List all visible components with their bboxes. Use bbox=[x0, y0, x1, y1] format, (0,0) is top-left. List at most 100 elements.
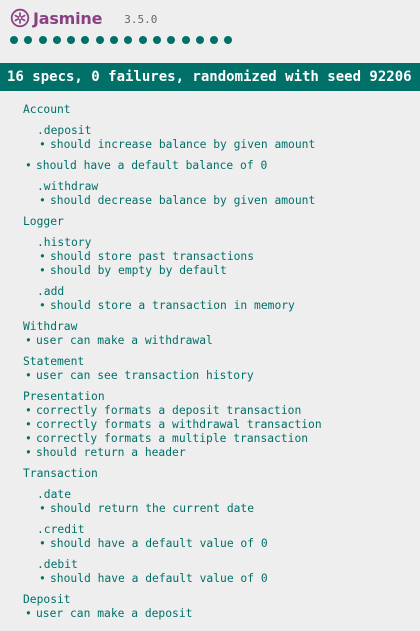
passed-spec-dot[interactable] bbox=[167, 36, 176, 44]
suite-account: Account .deposit • should increase balan… bbox=[0, 103, 420, 208]
spec-link[interactable]: correctly formats a deposit transaction bbox=[36, 404, 301, 417]
suite-logger-history: .history • should store past transaction… bbox=[23, 236, 420, 278]
spec-item: • should increase balance by given amoun… bbox=[37, 138, 420, 152]
spec-item: • user can make a deposit bbox=[23, 607, 420, 621]
spec-item: • correctly formats a deposit transactio… bbox=[23, 404, 420, 418]
bullet-icon: • bbox=[25, 432, 32, 445]
suite-withdraw: Withdraw • user can make a withdrawal bbox=[0, 320, 420, 348]
spec-link[interactable]: should increase balance by given amount bbox=[50, 138, 315, 151]
spec-link[interactable]: correctly formats a multiple transaction bbox=[36, 432, 308, 445]
suite-title[interactable]: Account bbox=[23, 103, 420, 117]
suite-deposit: Deposit • user can make a deposit bbox=[0, 593, 420, 621]
spec-link[interactable]: should have a default value of 0 bbox=[50, 537, 268, 550]
suite-title[interactable]: Presentation bbox=[23, 390, 420, 404]
spec-link[interactable]: user can see transaction history bbox=[36, 369, 254, 382]
suite-account-withdraw: .withdraw • should decrease balance by g… bbox=[23, 180, 420, 208]
bullet-icon: • bbox=[39, 138, 46, 151]
passed-spec-dot[interactable] bbox=[24, 36, 33, 44]
suite-title[interactable]: .credit bbox=[37, 523, 420, 537]
passed-spec-dot[interactable] bbox=[224, 36, 233, 44]
passed-spec-dot[interactable] bbox=[52, 36, 61, 44]
suite-transaction: Transaction .date • should return the cu… bbox=[0, 467, 420, 586]
passed-spec-dot[interactable] bbox=[181, 36, 190, 44]
spec-link[interactable]: should return a header bbox=[36, 446, 186, 459]
bullet-icon: • bbox=[25, 607, 32, 620]
spec-item: • should decrease balance by given amoun… bbox=[37, 194, 420, 208]
passed-spec-dot[interactable] bbox=[67, 36, 76, 44]
spec-link[interactable]: should return the current date bbox=[50, 502, 254, 515]
spec-item: • user can make a withdrawal bbox=[23, 334, 420, 348]
spec-item: • should return the current date bbox=[37, 502, 420, 516]
suite-title[interactable]: .deposit bbox=[37, 124, 420, 138]
suite-title[interactable]: Withdraw bbox=[23, 320, 420, 334]
spec-item: • should return a header bbox=[23, 446, 420, 460]
suite-transaction-debit: .debit • should have a default value of … bbox=[23, 558, 420, 586]
passed-spec-dot[interactable] bbox=[10, 36, 18, 44]
suite-account-deposit: .deposit • should increase balance by gi… bbox=[23, 124, 420, 152]
passed-spec-dot[interactable] bbox=[195, 36, 204, 44]
bullet-icon: • bbox=[25, 418, 32, 431]
spec-status-dots bbox=[10, 36, 233, 44]
spec-item: • correctly formats a multiple transacti… bbox=[23, 432, 420, 446]
spec-link[interactable]: should have a default value of 0 bbox=[50, 572, 268, 585]
suite-title[interactable]: Logger bbox=[23, 215, 420, 229]
passed-spec-dot[interactable] bbox=[210, 36, 219, 44]
suite-title[interactable]: .history bbox=[37, 236, 420, 250]
spec-link[interactable]: user can make a deposit bbox=[36, 607, 192, 620]
spec-item: • should store a transaction in memory bbox=[37, 299, 420, 313]
suite-presentation: Presentation • correctly formats a depos… bbox=[0, 390, 420, 460]
jasmine-banner: Jasmine 3.5.0 bbox=[10, 8, 157, 28]
suite-title[interactable]: Statement bbox=[23, 355, 420, 369]
passed-spec-dot[interactable] bbox=[152, 36, 161, 44]
suite-transaction-credit: .credit • should have a default value of… bbox=[23, 523, 420, 551]
spec-link[interactable]: should by empty by default bbox=[50, 264, 227, 277]
spec-item: • should have a default value of 0 bbox=[37, 572, 420, 586]
spec-item: • should by empty by default bbox=[37, 264, 420, 278]
passed-spec-dot[interactable] bbox=[110, 36, 119, 44]
bullet-icon: • bbox=[25, 159, 32, 172]
suite-title[interactable]: Transaction bbox=[23, 467, 420, 481]
suite-title[interactable]: Deposit bbox=[23, 593, 420, 607]
spec-item: • should have a default balance of 0 bbox=[23, 159, 420, 173]
spec-item: • user can see transaction history bbox=[23, 369, 420, 383]
spec-item: • correctly formats a withdrawal transac… bbox=[23, 418, 420, 432]
bullet-icon: • bbox=[25, 404, 32, 417]
spec-link[interactable]: should have a default balance of 0 bbox=[36, 159, 267, 172]
results-list: Account .deposit • should increase balan… bbox=[0, 103, 420, 628]
bullet-icon: • bbox=[39, 250, 46, 263]
spec-item: • should have a default value of 0 bbox=[37, 537, 420, 551]
suite-title[interactable]: .withdraw bbox=[37, 180, 420, 194]
suite-title[interactable]: .date bbox=[37, 488, 420, 502]
suite-statement: Statement • user can see transaction his… bbox=[0, 355, 420, 383]
spec-link[interactable]: correctly formats a withdrawal transacti… bbox=[36, 418, 322, 431]
passed-spec-dot[interactable] bbox=[81, 36, 90, 44]
spec-link[interactable]: should decrease balance by given amount bbox=[50, 194, 315, 207]
suite-title[interactable]: .debit bbox=[37, 558, 420, 572]
summary-bar: 16 specs, 0 failures, randomized with se… bbox=[0, 63, 420, 91]
suite-title[interactable]: .add bbox=[37, 285, 420, 299]
bullet-icon: • bbox=[25, 369, 32, 382]
summary-text: 16 specs, 0 failures, randomized with se… bbox=[7, 69, 412, 85]
spec-link[interactable]: user can make a withdrawal bbox=[36, 334, 213, 347]
passed-spec-dot[interactable] bbox=[38, 36, 47, 44]
passed-spec-dot[interactable] bbox=[138, 36, 147, 44]
jasmine-version: 3.5.0 bbox=[124, 12, 158, 26]
bullet-icon: • bbox=[25, 446, 32, 459]
bullet-icon: • bbox=[39, 299, 46, 312]
suite-logger-add: .add • should store a transaction in mem… bbox=[23, 285, 420, 313]
spec-item: • should store past transactions bbox=[37, 250, 420, 264]
spec-link[interactable]: should store past transactions bbox=[50, 250, 254, 263]
bullet-icon: • bbox=[39, 264, 46, 277]
bullet-icon: • bbox=[39, 502, 46, 515]
jasmine-flower-icon bbox=[10, 8, 30, 28]
suite-logger: Logger .history • should store past tran… bbox=[0, 215, 420, 313]
passed-spec-dot[interactable] bbox=[124, 36, 133, 44]
bullet-icon: • bbox=[39, 537, 46, 550]
jasmine-title[interactable]: Jasmine bbox=[33, 9, 102, 28]
suite-transaction-date: .date • should return the current date bbox=[23, 488, 420, 516]
bullet-icon: • bbox=[39, 572, 46, 585]
bullet-icon: • bbox=[39, 194, 46, 207]
passed-spec-dot[interactable] bbox=[95, 36, 104, 44]
bullet-icon: • bbox=[25, 334, 32, 347]
spec-link[interactable]: should store a transaction in memory bbox=[50, 299, 295, 312]
